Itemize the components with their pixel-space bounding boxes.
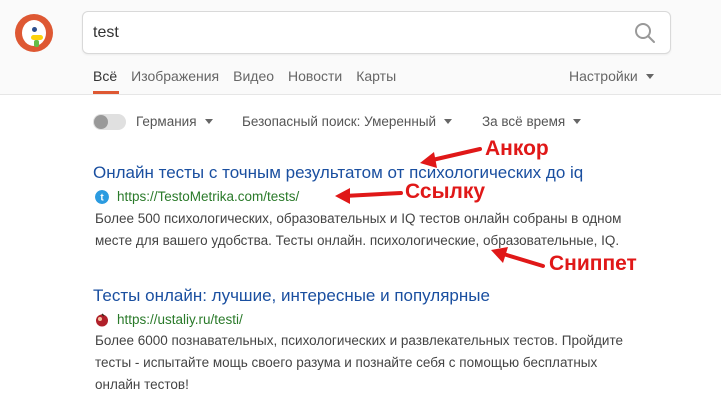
anchor-arrow-icon bbox=[420, 147, 482, 168]
link-arrow-icon bbox=[335, 188, 403, 204]
snippet-arrow-icon bbox=[491, 247, 545, 268]
annotation-snippet: Сниппет bbox=[549, 252, 637, 275]
annotation-link: Ссылку bbox=[405, 180, 486, 203]
annotation-arrows bbox=[335, 147, 545, 268]
annotation-anchor: Анкор bbox=[485, 137, 549, 160]
